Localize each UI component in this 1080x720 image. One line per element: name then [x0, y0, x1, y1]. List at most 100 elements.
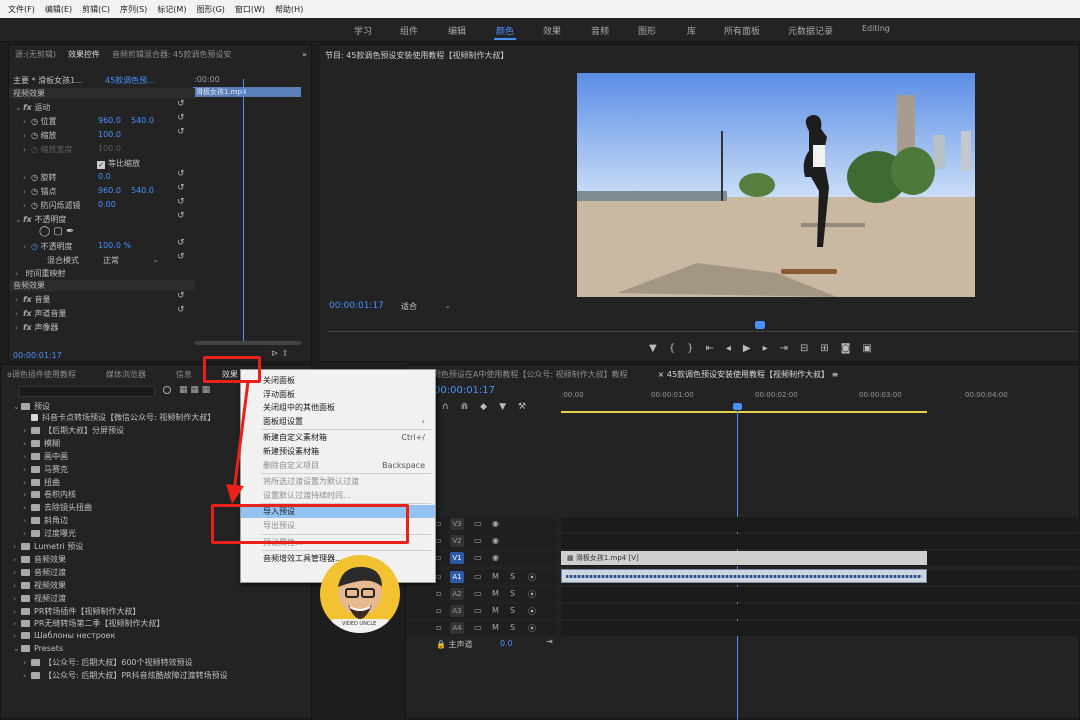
ec-playhead[interactable]	[243, 79, 244, 341]
effects-tree-item[interactable]: › PR转场插件【视频制作大叔】	[13, 606, 140, 617]
microphone-icon[interactable]: ⦿	[528, 623, 536, 634]
reset-icon[interactable]: ↺	[177, 211, 185, 221]
ec-row-anchor[interactable]: › ◷ 锚点	[23, 186, 57, 197]
search-icon[interactable]	[163, 386, 171, 394]
tab-effect-controls[interactable]: 效果控件	[68, 49, 100, 60]
effects-tree-item[interactable]: › 模糊	[23, 438, 60, 449]
tab-project[interactable]: a调色插件使用教程	[7, 369, 76, 380]
track-target-label[interactable]: A2	[450, 588, 464, 600]
menu-window[interactable]: 窗口(W)	[235, 4, 265, 15]
reset-icon[interactable]: ↺	[177, 197, 185, 207]
microphone-icon[interactable]: ⦿	[528, 589, 536, 600]
play-icon[interactable]: ▶	[743, 343, 763, 354]
sync-lock-icon[interactable]: ▭	[474, 572, 482, 581]
track-lane[interactable]	[561, 621, 1080, 636]
chevron-right-icon[interactable]: ›	[23, 426, 31, 435]
program-playhead[interactable]	[755, 321, 765, 329]
ec-row-rotation[interactable]: › ◷ 旋转	[23, 172, 57, 183]
nest-icon[interactable]: ∩	[442, 402, 461, 412]
chevron-right-icon[interactable]: ›	[23, 465, 31, 474]
position-x[interactable]: 960.0	[98, 116, 121, 125]
menu-item[interactable]: 关闭组中的其他面板	[241, 401, 435, 414]
work-area-bar[interactable]	[561, 411, 927, 413]
chevron-right-icon[interactable]: ›	[23, 529, 31, 538]
reset-icon[interactable]: ↺	[177, 183, 185, 193]
menu-item[interactable]: 关闭面板	[241, 374, 435, 387]
eye-icon[interactable]: ◉	[492, 536, 499, 545]
chevron-right-icon[interactable]: ›	[13, 581, 21, 590]
scale-value[interactable]: 100.0	[98, 130, 121, 139]
workspace-tab-editing-en[interactable]: Editing	[862, 24, 890, 33]
tab-source[interactable]: 源:(无剪辑)	[15, 49, 56, 60]
solo-button[interactable]: S	[510, 623, 515, 632]
compare-icon[interactable]: ▣	[862, 343, 883, 354]
effects-tree-item[interactable]: › 【后期大叔】分屏预设	[23, 425, 124, 436]
effects-tree-item[interactable]: › Шаблоны нестроек	[13, 631, 115, 640]
effects-tree-item[interactable]: › 【公众号: 后期大叔】600个视频特效预设	[23, 657, 193, 668]
effects-tree-item[interactable]: › 马赛克	[23, 464, 68, 475]
antiflicker-value[interactable]: 0.00	[98, 200, 116, 209]
effects-tree-item[interactable]: › Lumetri 预设	[13, 541, 83, 552]
ec-row-time-remap[interactable]: › 时间重映射	[15, 268, 66, 279]
lock-icon[interactable]: ▫	[436, 553, 441, 562]
lock-icon[interactable]: ▫	[436, 606, 441, 615]
menu-item[interactable]: 新建自定义素材箱 Ctrl+/	[241, 431, 435, 444]
chevron-down-icon[interactable]: ⌄	[13, 644, 21, 653]
track-lane[interactable]	[561, 517, 1080, 532]
lift-icon[interactable]: ⊟	[800, 343, 820, 354]
menu-marker[interactable]: 标记(M)	[157, 4, 186, 15]
ec-row-antiflicker[interactable]: › ◷ 防闪烁滤镜	[23, 200, 81, 211]
ec-row-opacity-value[interactable]: › ◷ 不透明度	[23, 241, 73, 252]
mute-button[interactable]: M	[492, 589, 499, 598]
anchor-y[interactable]: 540.0	[131, 186, 154, 195]
tab-sequence-1[interactable]: a调色预设在A中使用教程【公众号: 视频制作大叔】教程	[428, 369, 628, 380]
effects-tree-item[interactable]: ⌄ Presets	[13, 644, 63, 653]
master-track-value[interactable]: 0.0	[500, 639, 513, 648]
menu-item[interactable]: 面板组设置 ›	[241, 415, 435, 428]
effects-tree-item[interactable]: 抖音卡点转场预设【微信公众号: 视频制作大叔】	[23, 412, 215, 423]
ec-row-volume[interactable]: › fx 音量	[15, 294, 50, 305]
timeline-playhead-head[interactable]	[733, 403, 742, 410]
tab-audio-clip-mixer[interactable]: 音频剪辑混合器: 45款调色预设安	[112, 49, 231, 60]
timeline-timecode[interactable]: 00:00:01:17	[434, 385, 495, 396]
position-y[interactable]: 540.0	[131, 116, 154, 125]
menu-edit[interactable]: 编辑(E)	[45, 4, 72, 15]
wrench-icon[interactable]: ⚒	[518, 402, 538, 412]
ec-export-icons[interactable]: ⊳ ⇪	[271, 349, 289, 359]
effects-tree-item[interactable]: › 音频过渡	[13, 567, 66, 578]
menu-help[interactable]: 帮助(H)	[275, 4, 303, 15]
chevron-right-icon[interactable]: ›	[13, 631, 21, 640]
menu-item[interactable]: 浮动面板	[241, 388, 435, 401]
workspace-tab-all-panels[interactable]: 所有面板	[724, 24, 760, 37]
add-marker-icon[interactable]: ▼	[649, 343, 669, 354]
fit-select[interactable]: 适合 ⌄	[401, 301, 451, 312]
effects-tree-item[interactable]: › 去除镜头扭曲	[23, 502, 92, 513]
video-clip[interactable]: ▦ 滑板女孩1.mp4 [V]	[561, 551, 927, 565]
effects-search-input[interactable]	[19, 386, 155, 397]
reset-icon[interactable]: ↺	[177, 305, 185, 315]
ec-timecode[interactable]: 00:00:01:17	[13, 351, 62, 360]
chevron-right-icon[interactable]: ›	[23, 503, 31, 512]
effects-tree-item[interactable]: › 扭曲	[23, 477, 60, 488]
ec-row-panner[interactable]: › fx 声像器	[15, 322, 58, 333]
lock-icon[interactable]: ▫	[436, 572, 441, 581]
program-scrub-bar[interactable]	[327, 331, 1077, 332]
menu-item[interactable]: 新建预设素材箱	[241, 445, 435, 458]
chevron-right-icon[interactable]: ›	[23, 671, 31, 680]
ec-row-scale[interactable]: › ◷ 缩放	[23, 130, 57, 141]
chevron-right-icon[interactable]: ›	[23, 478, 31, 487]
go-to-end-icon[interactable]: ⇥	[546, 637, 553, 646]
mark-out-icon[interactable]: }	[687, 343, 705, 354]
ec-zoom-scrollbar[interactable]	[195, 341, 301, 345]
menu-clip[interactable]: 剪辑(C)	[82, 4, 110, 15]
timeline-ruler[interactable]: :00:00 00:00:01:00 00:00:02:00 00:00:03:00 0…	[561, 391, 1080, 411]
track-target-label[interactable]: V1	[450, 552, 464, 564]
ec-row-opacity[interactable]: ⌄fx 不透明度	[15, 214, 66, 225]
effects-tree-item[interactable]: › 视频效果	[13, 580, 66, 591]
tab-sequence-2[interactable]: × 45款调色预设安装使用教程【视频制作大叔】 ≡	[658, 369, 839, 380]
sync-lock-icon[interactable]: ▭	[474, 623, 482, 632]
sync-lock-icon[interactable]: ▭	[474, 606, 482, 615]
workspace-tab-assembly[interactable]: 组件	[400, 24, 418, 37]
track-lane[interactable]	[561, 587, 1080, 602]
reset-icon[interactable]: ↺	[177, 238, 185, 248]
